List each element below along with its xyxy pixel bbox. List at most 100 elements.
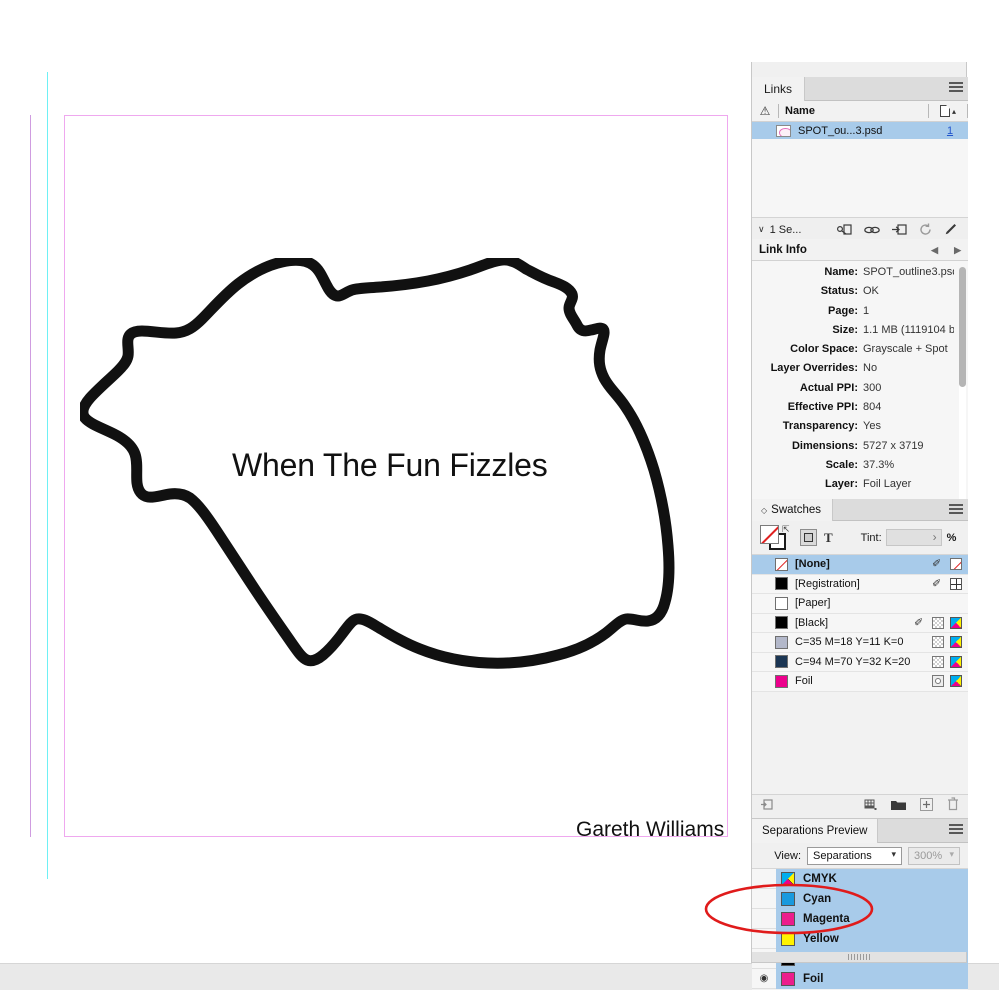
link-info-row: Actual PPI: 300 [752,382,968,401]
link-info-key: Dimensions: [791,439,858,452]
swatch-name: C=35 M=18 Y=11 K=0 [795,636,904,649]
tab-separations-preview[interactable]: Separations Preview [752,819,879,843]
swatch-row[interactable]: C=94 M=70 Y=32 K=20 [752,653,968,672]
link-info-value: 804 [863,401,882,414]
new-swatch-icon[interactable] [920,797,933,816]
link-info-row: Color Space: Grayscale + Spot [752,343,968,362]
separation-row[interactable]: ◉ Foil [752,968,968,989]
swatch-color-chip [775,616,788,630]
swatch-row[interactable]: [None] ✐ [752,555,968,575]
column-header-name[interactable]: Name [779,105,928,117]
eye-icon[interactable]: ◉ [752,973,776,984]
separation-row[interactable]: CMYK [752,868,968,889]
edit-original-icon[interactable] [944,223,957,236]
link-info-row: Name: SPOT_outline3.psd [752,266,968,285]
tab-separations-preview-label: Separations Preview [762,825,868,837]
link-info-row: Layer: Foil Layer [752,478,968,497]
panel-menu-icon[interactable] [949,504,963,516]
spot-color-icon [932,675,944,688]
cmyk-icon [950,636,962,649]
ink-limit-zoom-select[interactable]: 300% [908,846,960,865]
link-info-field-list: Name: SPOT_outline3.psd Status: OK Page: 1 Siz… [752,261,968,519]
swatch-row[interactable]: C=35 M=18 Y=11 K=0 [752,633,968,653]
link-info-value: OK [863,285,879,298]
refresh-icon[interactable] [919,223,932,236]
show-all-swatches-icon[interactable] [761,798,775,816]
panel-dock-resize-handle[interactable] [751,952,967,963]
separation-name: Foil [803,972,824,985]
byline-text[interactable]: Gareth Williams [576,818,724,842]
column-header-page[interactable]: ▴ [929,105,967,117]
go-to-link-icon[interactable] [864,224,880,236]
tab-links[interactable]: Links [752,77,806,101]
swap-fill-stroke-icon[interactable]: ⇱ [782,524,790,535]
link-page-number[interactable]: 1 [932,125,968,137]
link-info-scrollbar-thumb[interactable] [959,267,966,387]
chevron-down-icon[interactable]: ∨ [758,224,765,235]
link-info-value: SPOT_outline3.psd [863,266,954,278]
separation-color-chip [781,871,795,886]
swatch-color-chip [775,674,788,688]
link-info-key: Page: [828,304,858,317]
link-info-row: Dimensions: 5727 x 3719 [752,440,968,459]
eyedropper-icon: ✐ [914,616,924,629]
tint-input[interactable] [885,529,942,546]
panel-menu-icon[interactable] [949,824,963,836]
image-thumbnail-icon [776,124,791,137]
swatches-panel: ◇ Swatches ⇱ T Tint: % [None]✐[Registrat… [752,499,968,819]
swatch-row[interactable]: [Paper] [752,594,968,614]
view-label: View: [774,849,801,862]
update-link-icon[interactable] [892,223,907,236]
link-info-row: Size: 1.1 MB (1119104 bytes) [752,324,968,343]
separations-list[interactable]: CMYKCyanMagentaYellowBlack◉Foil [752,868,968,989]
formatting-affects-text-icon[interactable]: T [824,530,833,546]
tab-swatches[interactable]: ◇ Swatches [752,499,834,521]
new-color-group-icon[interactable] [864,798,877,816]
swatch-name: C=94 M=70 Y=32 K=20 [795,655,911,668]
link-info-title: Link Info [759,243,807,256]
view-mode-select[interactable]: Separations [807,846,902,865]
cmyk-icon [950,675,962,688]
link-info-key: Scale: [825,458,858,471]
swatches-list[interactable]: [None] ✐ [Registration] ✐ [Paper] [Black] ✐ C=3… [752,555,968,692]
ruler-guide-vertical[interactable] [47,72,48,879]
swatches-panel-footer [752,794,968,818]
panel-menu-icon[interactable] [949,82,963,94]
links-panel-footer: ∨ 1 Se... [752,217,968,241]
links-list[interactable]: SPOT_ou...3.psd 1 [752,122,968,217]
tint-swatch-icon [932,655,944,668]
separation-row[interactable]: Magenta [752,908,968,929]
headline-text[interactable]: When The Fun Fizzles [232,447,548,484]
new-folder-icon[interactable] [891,798,906,816]
link-info-row: Scale: 37.3% [752,459,968,478]
swatch-name: Foil [795,675,813,688]
formatting-affects-container-icon[interactable] [800,529,817,546]
panel-dock: Links ⚠ Name ▴ SPOT_ou...3.psd 1 ∨ 1 Se.… [751,62,968,990]
view-mode-value: Separations [813,849,872,862]
ink-limit-zoom-value: 300% [914,849,943,862]
separation-row[interactable]: Yellow [752,928,968,949]
swatch-name: [None] [795,558,830,571]
separation-row[interactable]: Cyan [752,888,968,909]
swatch-color-chip [775,655,788,669]
swatch-row[interactable]: [Black] ✐ [752,614,968,633]
swatch-name: [Paper] [795,597,831,610]
relink-icon[interactable] [837,223,852,237]
link-info-key: Status: [820,285,858,298]
tab-swatches-label: Swatches [771,504,822,516]
links-panel-tabbar: Links [752,77,968,101]
tint-percent-label: % [946,531,957,544]
swatch-row-icons [932,675,968,688]
link-info-key: Effective PPI: [787,401,858,414]
previous-link-icon[interactable]: ◀ [931,245,938,256]
fill-stroke-icon[interactable]: ⇱ [760,524,790,551]
link-info-key: Actual PPI: [799,381,858,394]
link-info-title-bar: Link Info ◀ ▶ [752,239,968,261]
list-item[interactable]: SPOT_ou...3.psd 1 [752,122,968,139]
delete-swatch-icon[interactable] [947,797,959,816]
next-link-icon[interactable]: ▶ [954,245,961,256]
swatch-row[interactable]: Foil [752,672,968,692]
swatch-row[interactable]: [Registration] ✐ [752,575,968,594]
swatch-row-icons: ✐ [932,577,968,590]
swatch-color-chip [775,635,788,649]
